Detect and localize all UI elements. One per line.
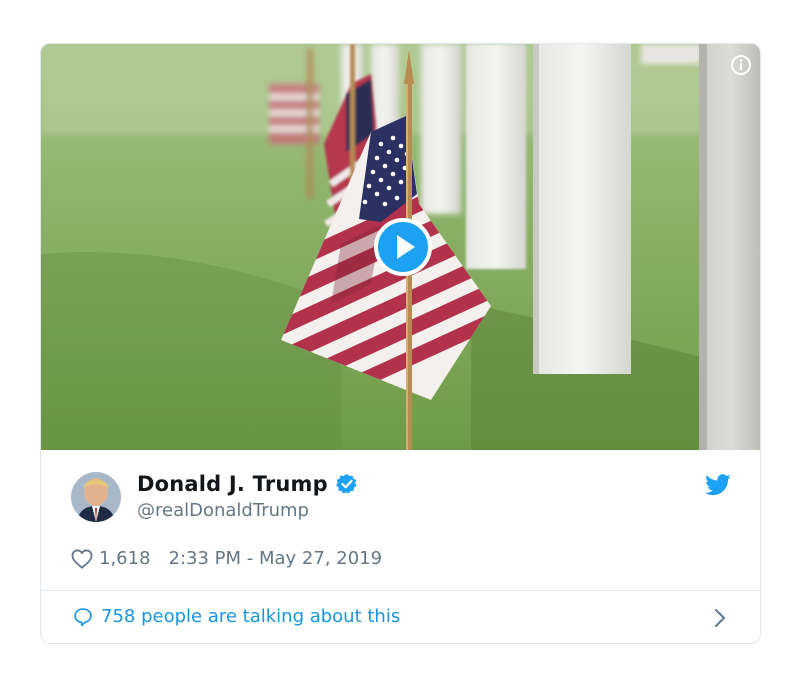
video-thumbnail[interactable] xyxy=(41,44,760,450)
author-handle[interactable]: @realDonaldTrump xyxy=(137,500,358,521)
tweet-timestamp[interactable]: 2:33 PM - May 27, 2019 xyxy=(169,548,383,569)
twitter-bird-icon[interactable] xyxy=(705,474,731,496)
chevron-right-icon[interactable] xyxy=(714,608,726,628)
conversation-text[interactable]: 758 people are talking about this xyxy=(101,606,400,627)
conversation-link[interactable]: 758 people are talking about this xyxy=(41,591,760,643)
play-icon[interactable] xyxy=(374,218,432,276)
verified-badge-icon xyxy=(336,473,357,494)
tweet-meta-row: 1,618 2:33 PM - May 27, 2019 xyxy=(71,548,382,569)
author-display-name[interactable]: Donald J. Trump xyxy=(137,472,328,496)
heart-icon[interactable] xyxy=(71,549,93,569)
avatar[interactable] xyxy=(71,472,121,522)
like-count[interactable]: 1,618 xyxy=(99,548,151,569)
avatar-image xyxy=(71,472,121,522)
embedded-tweet-card: Donald J. Trump @realDonaldTrump 1,618 2… xyxy=(40,43,761,644)
info-icon[interactable] xyxy=(730,54,752,76)
tweet-author-header: Donald J. Trump @realDonaldTrump xyxy=(71,472,731,528)
speech-bubble-icon xyxy=(74,608,92,627)
author-name-block: Donald J. Trump @realDonaldTrump xyxy=(137,472,358,521)
